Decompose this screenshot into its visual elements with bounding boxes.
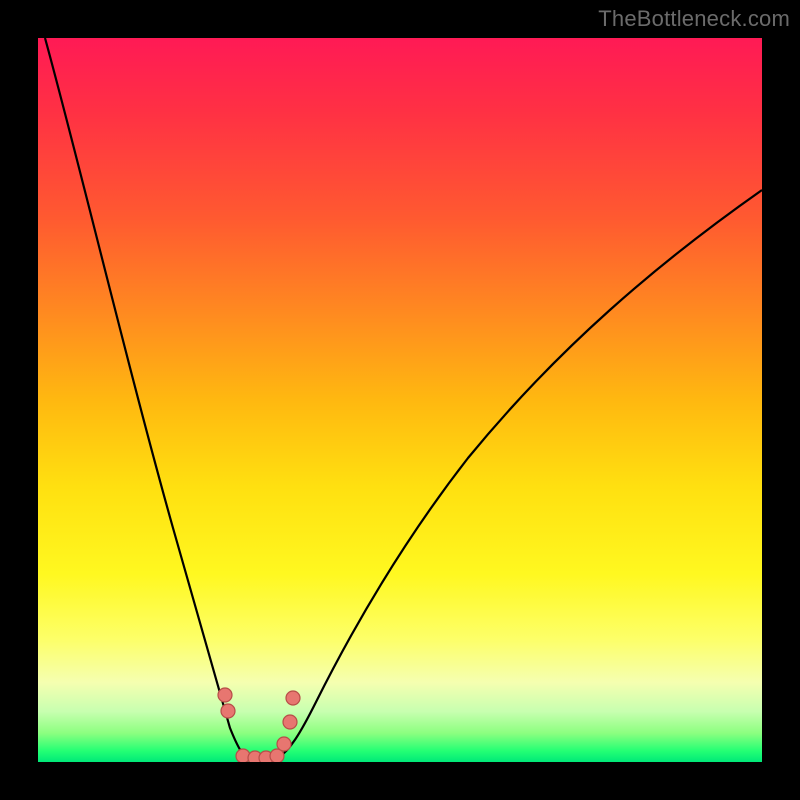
curve-left-branch [45,38,248,758]
marker-point [218,688,232,702]
marker-point [283,715,297,729]
marker-point [286,691,300,705]
watermark-text: TheBottleneck.com [598,6,790,32]
marker-point [221,704,235,718]
curve-right-branch [278,190,762,758]
chart-frame: TheBottleneck.com [0,0,800,800]
plot-area [38,38,762,762]
bottleneck-curve [38,38,762,762]
marker-point [277,737,291,751]
